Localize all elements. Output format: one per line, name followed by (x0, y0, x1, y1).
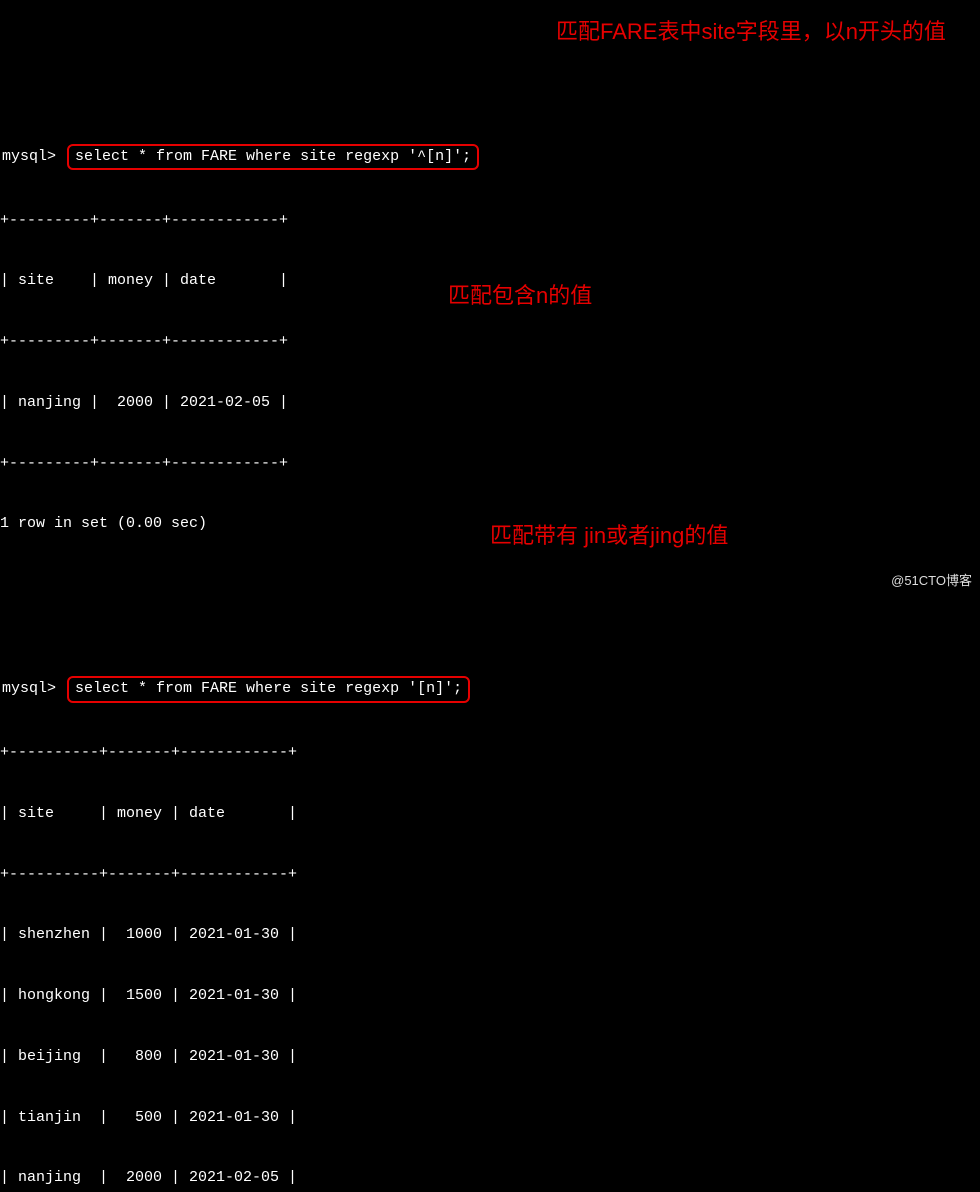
table-separator: +----------+-------+------------+ (0, 865, 980, 885)
prompt-line-q2[interactable]: mysql> select * from FARE where site reg… (0, 676, 980, 702)
annotation-3: 匹配带有 jin或者jing的值 (490, 520, 728, 552)
table-row: | beijing | 800 | 2021-01-30 | (0, 1047, 980, 1067)
sql-query-1: select * from FARE where site regexp '^[… (67, 144, 479, 170)
table-separator: +---------+-------+------------+ (0, 332, 980, 352)
table-separator: +---------+-------+------------+ (0, 454, 980, 474)
sql-query-2: select * from FARE where site regexp '[n… (67, 676, 470, 702)
mysql-prompt: mysql> (0, 679, 56, 699)
mysql-prompt: mysql> (0, 147, 56, 167)
table-separator: +----------+-------+------------+ (0, 743, 980, 763)
table-row: | nanjing | 2000 | 2021-02-05 | (0, 393, 980, 413)
table-row: | hongkong | 1500 | 2021-01-30 | (0, 986, 980, 1006)
table-row: | shenzhen | 1000 | 2021-01-30 | (0, 925, 980, 945)
prompt-line-q1[interactable]: mysql> select * from FARE where site reg… (0, 144, 980, 170)
annotation-1: 匹配FARE表中site字段里，以n开头的值 (556, 16, 946, 48)
watermark: @51CTO博客 (891, 572, 972, 590)
annotation-2: 匹配包含n的值 (448, 280, 592, 312)
table-header: | site | money | date | (0, 804, 980, 824)
table-row: | tianjin | 500 | 2021-01-30 | (0, 1108, 980, 1128)
terminal-output: mysql> select * from FARE where site reg… (0, 81, 980, 1192)
table-separator: +---------+-------+------------+ (0, 211, 980, 231)
table-row: | nanjing | 2000 | 2021-02-05 | (0, 1168, 980, 1188)
